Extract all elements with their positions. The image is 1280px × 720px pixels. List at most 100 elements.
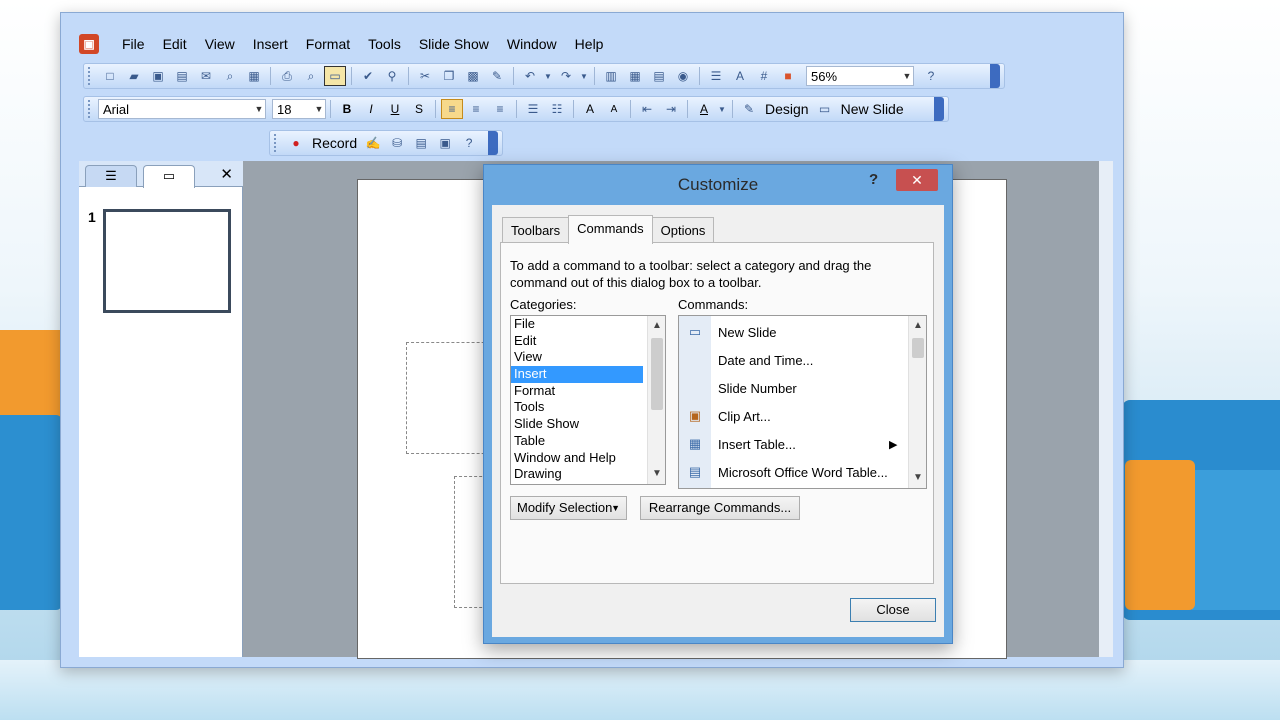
cut-icon[interactable]: ✂ (414, 66, 436, 86)
tab-outline[interactable]: ☰ (85, 165, 137, 187)
modify-selection-button[interactable]: Modify Selection ▼ (510, 496, 627, 520)
scroll-up-icon[interactable]: ▲ (648, 318, 665, 334)
category-item[interactable]: Window and Help (511, 450, 643, 467)
toolbar-grip[interactable] (88, 67, 94, 85)
categories-listbox[interactable]: File Edit View Insert Format Tools Slide… (510, 315, 666, 485)
category-item[interactable]: Slide Show (511, 416, 643, 433)
menu-slide-show[interactable]: Slide Show (410, 32, 498, 56)
slide-icon[interactable]: ▤ (410, 133, 432, 153)
category-item[interactable]: Drawing (511, 466, 643, 483)
open-icon[interactable]: ▰ (123, 66, 145, 86)
tab-slides[interactable]: ▭ (143, 165, 195, 188)
zoom-combo[interactable]: 56% ▼ (806, 66, 914, 86)
menu-view[interactable]: View (196, 32, 244, 56)
menu-tools[interactable]: Tools (359, 32, 410, 56)
font-name-combo[interactable]: Arial ▼ (98, 99, 266, 119)
scroll-thumb[interactable] (651, 338, 663, 410)
command-item[interactable]: ▭ New Slide (679, 318, 910, 346)
categories-scrollbar[interactable]: ▲ ▼ (647, 316, 665, 484)
italic-icon[interactable]: I (360, 99, 382, 119)
menu-window[interactable]: Window (498, 32, 566, 56)
bullets-icon[interactable]: ☷ (546, 99, 568, 119)
show-formatting-icon[interactable]: A (729, 66, 751, 86)
scroll-thumb[interactable] (912, 338, 924, 358)
print-icon[interactable]: ⎙ (276, 66, 298, 86)
slide-thumbnail[interactable] (103, 209, 231, 313)
category-item[interactable]: Format (511, 383, 643, 400)
search-icon[interactable]: ⌕ (219, 66, 241, 86)
menu-edit[interactable]: Edit (154, 32, 196, 56)
toolbar-grip[interactable] (274, 134, 280, 152)
scroll-down-icon[interactable]: ▼ (648, 466, 665, 482)
tab-commands[interactable]: Commands (568, 215, 653, 244)
decrease-font-icon[interactable]: A (603, 99, 625, 119)
powerpoint-app-icon[interactable]: ▣ (79, 34, 99, 54)
command-item[interactable]: ▤ Microsoft Office Word Table... (679, 458, 910, 486)
copy-icon[interactable]: ❐ (438, 66, 460, 86)
command-item[interactable]: Date and Time... (679, 346, 910, 374)
customize-highlight-icon[interactable]: ▭ (324, 66, 346, 86)
publish-icon[interactable]: ▣ (434, 133, 456, 153)
database-icon[interactable]: ⛁ (386, 133, 408, 153)
rearrange-commands-button[interactable]: Rearrange Commands... (640, 496, 800, 520)
spelling-icon[interactable]: ✔ (357, 66, 379, 86)
redo-dropdown-icon[interactable]: ▼ (579, 66, 589, 86)
grid-icon[interactable]: # (753, 66, 775, 86)
tab-toolbars[interactable]: Toolbars (502, 217, 570, 243)
toolbar-options-icon[interactable] (934, 97, 944, 121)
close-button[interactable]: Close (850, 598, 936, 622)
menu-format[interactable]: Format (297, 32, 359, 56)
research-icon[interactable]: ⚲ (381, 66, 403, 86)
print-preview-icon[interactable]: ▦ (243, 66, 265, 86)
align-right-icon[interactable]: ≡ (489, 99, 511, 119)
commands-scrollbar[interactable]: ▲ ▼ (908, 316, 926, 488)
email-icon[interactable]: ✉ (195, 66, 217, 86)
menu-insert[interactable]: Insert (244, 32, 297, 56)
permission-icon[interactable]: ▣ (147, 66, 169, 86)
underline-icon[interactable]: U (384, 99, 406, 119)
new-slide-button[interactable]: New Slide (837, 101, 908, 117)
bold-icon[interactable]: B (336, 99, 358, 119)
menu-help[interactable]: Help (566, 32, 613, 56)
scroll-down-icon[interactable]: ▼ (909, 470, 926, 486)
expand-all-icon[interactable]: ☰ (705, 66, 727, 86)
color-grayscale-icon[interactable]: ■ (777, 66, 799, 86)
paste-icon[interactable]: ▩ (462, 66, 484, 86)
category-item[interactable]: Edit (511, 333, 643, 350)
toolbar-options-icon[interactable] (488, 131, 498, 155)
tool-icon[interactable]: ✍ (362, 133, 384, 153)
undo-dropdown-icon[interactable]: ▼ (543, 66, 553, 86)
chevron-down-icon[interactable]: ▼ (717, 99, 727, 119)
toolbar-grip[interactable] (88, 100, 94, 118)
redo-icon[interactable]: ↷ (555, 66, 577, 86)
category-item-selected[interactable]: Insert (511, 366, 643, 383)
category-item[interactable]: Table (511, 433, 643, 450)
align-left-icon[interactable]: ≡ (441, 99, 463, 119)
command-item[interactable]: Slide Number (679, 374, 910, 402)
commands-listbox[interactable]: ▭ New Slide Date and Time... Slide Numbe… (678, 315, 927, 489)
menu-file[interactable]: File (113, 32, 154, 56)
format-painter-icon[interactable]: ✎ (486, 66, 508, 86)
vertical-scrollbar[interactable] (1099, 161, 1113, 657)
decrease-indent-icon[interactable]: ⇤ (636, 99, 658, 119)
font-color-icon[interactable]: A (693, 99, 715, 119)
undo-icon[interactable]: ↶ (519, 66, 541, 86)
tab-options[interactable]: Options (651, 217, 715, 243)
close-icon[interactable]: ✕ (220, 165, 233, 183)
category-item[interactable]: File (511, 316, 643, 333)
numbering-icon[interactable]: ☰ (522, 99, 544, 119)
category-item[interactable]: Tools (511, 399, 643, 416)
table-icon[interactable]: ▦ (624, 66, 646, 86)
font-size-combo[interactable]: 18 ▼ (272, 99, 326, 119)
increase-indent-icon[interactable]: ⇥ (660, 99, 682, 119)
design-button[interactable]: Design (761, 101, 813, 117)
new-slide-icon[interactable]: ▭ (814, 99, 836, 119)
design-icon[interactable]: ✎ (738, 99, 760, 119)
print-preview2-icon[interactable]: ⌕ (300, 66, 322, 86)
increase-font-icon[interactable]: A (579, 99, 601, 119)
help-icon[interactable]: ? (920, 66, 942, 86)
save-icon[interactable]: ▤ (171, 66, 193, 86)
chart-icon[interactable]: ▥ (600, 66, 622, 86)
category-item[interactable]: View (511, 349, 643, 366)
command-item[interactable]: ▦ Insert Table... ▶ (679, 430, 910, 458)
